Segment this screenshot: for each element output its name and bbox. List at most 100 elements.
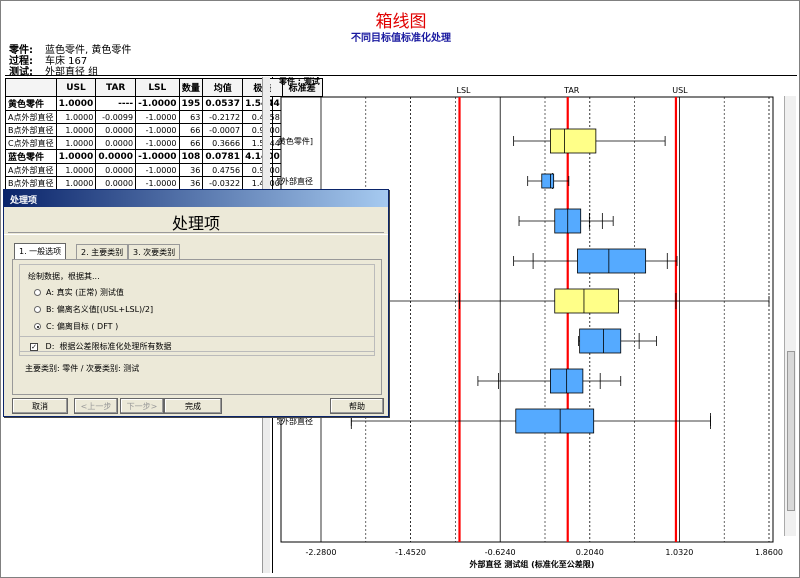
value-cell: -1.0000: [135, 123, 180, 137]
value-cell: 0.4756: [202, 163, 244, 177]
reference-label: LSL: [457, 86, 472, 95]
value-cell: 0.0000: [95, 123, 137, 137]
x-tick-label: 1.8600: [755, 548, 783, 557]
stats-table: USLTARLSL数量均值极差标准差 黄色零件1.0000-----1.0000…: [5, 78, 323, 203]
value-cell: 1.0000: [55, 96, 97, 111]
next-button[interactable]: 下一步>: [120, 398, 164, 414]
value-cell: 195: [178, 96, 204, 111]
row-name-cell: A点外部直径: [5, 110, 57, 124]
column-header: LSL: [135, 78, 180, 97]
radio-button[interactable]: [34, 323, 41, 330]
row-name-cell: 蓝色零件: [5, 149, 57, 164]
group-label: 绘制数据，根据其...: [28, 272, 100, 281]
box-rect: [515, 408, 595, 434]
column-header: TAR: [95, 78, 137, 97]
dialog-titlebar[interactable]: 处理项: [4, 190, 388, 207]
header-divider: [5, 75, 797, 76]
option-label: 偏离名义值[(USL+LSL)/2]: [56, 305, 154, 314]
x-tick-label: -1.4520: [395, 548, 426, 557]
table-body: 黄色零件1.0000-----1.00001950.05371.54440.34…: [5, 96, 323, 203]
radio-option-c[interactable]: C: 偏离目标 ( DFT ): [34, 321, 118, 332]
value-cell: -1.0000: [135, 96, 180, 111]
value-cell: -1.0000: [135, 163, 180, 177]
value-cell: 63: [178, 110, 204, 124]
box-rect: [550, 128, 597, 154]
table-row[interactable]: C点外部直径1.00000.0000-1.0000660.36661.54440…: [5, 136, 323, 150]
option-key: A:: [46, 288, 57, 297]
value-cell: 1.0000: [55, 176, 97, 190]
radio-button[interactable]: [34, 306, 41, 313]
box-rect: [541, 173, 555, 189]
value-cell: -0.2172: [202, 110, 244, 124]
value-cell: -0.0322: [202, 176, 244, 190]
column-header: 均值: [202, 78, 244, 97]
box-rect: [554, 288, 619, 314]
value-cell: -1.0000: [135, 176, 180, 190]
x-tick-label: -2.2800: [306, 548, 337, 557]
finish-button[interactable]: 完成: [164, 398, 222, 414]
value-cell: 66: [178, 136, 204, 150]
x-tick-label: -0.6240: [485, 548, 516, 557]
value-cell: -1.0000: [135, 110, 180, 124]
box-label: C点外部直径: [277, 416, 313, 426]
option-key: B:: [46, 305, 57, 314]
value-cell: 36: [178, 176, 204, 190]
value-cell: 36: [178, 163, 204, 177]
dialog-divider: [8, 232, 384, 233]
tab-main-category[interactable]: 2. 主要类别: [76, 244, 129, 259]
table-row[interactable]: B点外部直径1.00000.0000-1.000036-0.03221.4400…: [5, 176, 323, 190]
category-summary: 主要类别: 零件 / 次要类别: 测试: [25, 364, 140, 373]
value-cell: -0.0099: [95, 110, 137, 124]
option-label: 真实 (正常) 测试值: [56, 288, 124, 297]
table-row[interactable]: B点外部直径1.00000.0000-1.000066-0.00070.9400…: [5, 123, 323, 137]
row-name-cell: C点外部直径: [5, 136, 57, 150]
value-cell: -1.0000: [135, 149, 180, 164]
reference-label: USL: [672, 86, 688, 95]
back-button[interactable]: <上一步: [74, 398, 118, 414]
table-header-row: USLTARLSL数量均值极差标准差: [5, 78, 323, 97]
column-header: USL: [55, 78, 97, 97]
column-header: [5, 78, 57, 97]
tab-general-options[interactable]: 1. 一般选项: [14, 243, 67, 260]
row-name-cell: B点外部直径: [5, 123, 57, 137]
value-cell: 0.0537: [202, 96, 244, 111]
value-cell: 66: [178, 123, 204, 137]
value-cell: 1.0000: [55, 136, 97, 150]
table-row[interactable]: A点外部直径1.00000.0000-1.0000360.47560.90000…: [5, 163, 323, 177]
normalize-checkbox-label: 根据公差限标准化处理所有数据: [59, 342, 172, 351]
cancel-button[interactable]: 取消: [12, 398, 68, 414]
value-cell: 0.0000: [95, 176, 137, 190]
value-cell: 1.0000: [55, 149, 97, 164]
x-tick-label: 0.2040: [576, 548, 604, 557]
tab-secondary-category[interactable]: 3. 次要类别: [128, 244, 181, 259]
chart-scrollbar[interactable]: [784, 96, 796, 536]
value-cell: 1.0000: [55, 110, 97, 124]
row-name-cell: A点外部直径: [5, 163, 57, 177]
box-label: A点外部直径: [277, 176, 313, 186]
table-row[interactable]: 黄色零件1.0000-----1.00001950.05371.54440.34…: [5, 96, 323, 111]
normalize-checkbox-row[interactable]: ✓ D: 根据公差限标准化处理所有数据: [19, 336, 375, 356]
radio-option-a[interactable]: A: 真实 (正常) 测试值: [34, 287, 124, 298]
help-button[interactable]: 帮助: [330, 398, 384, 414]
x-tick-label: 1.0320: [665, 548, 693, 557]
row-name-cell: B点外部直径: [5, 176, 57, 190]
value-cell: 0.3666: [202, 136, 244, 150]
value-cell: 0.0000: [95, 163, 137, 177]
table-row[interactable]: 蓝色零件1.00000.0000-1.00001080.07814.14000.…: [5, 149, 323, 164]
value-cell: 0.0000: [95, 149, 137, 164]
x-axis-label: 外部直径 测试组 (标准化至公差限): [470, 559, 595, 569]
value-cell: -1.0000: [135, 136, 180, 150]
row-name-cell: 黄色零件: [5, 96, 57, 111]
value-cell: 108: [178, 149, 204, 164]
reference-label: TAR: [563, 86, 580, 95]
value-cell: 0.0781: [202, 149, 244, 164]
table-row[interactable]: A点外部直径1.0000-0.0099-1.000063-0.21720.415…: [5, 110, 323, 124]
box-rect: [579, 328, 622, 354]
box-rect: [577, 248, 647, 274]
box-label: [黄色零件]: [277, 136, 313, 146]
tab-panel: 绘制数据，根据其... A: 真实 (正常) 测试值 B: 偏离名义值[(USL+…: [12, 259, 382, 395]
radio-option-b[interactable]: B: 偏离名义值[(USL+LSL)/2]: [34, 304, 153, 315]
normalize-checkbox[interactable]: ✓: [30, 342, 38, 351]
chart-scrollbar-thumb[interactable]: [787, 351, 795, 511]
radio-button[interactable]: [34, 289, 41, 296]
